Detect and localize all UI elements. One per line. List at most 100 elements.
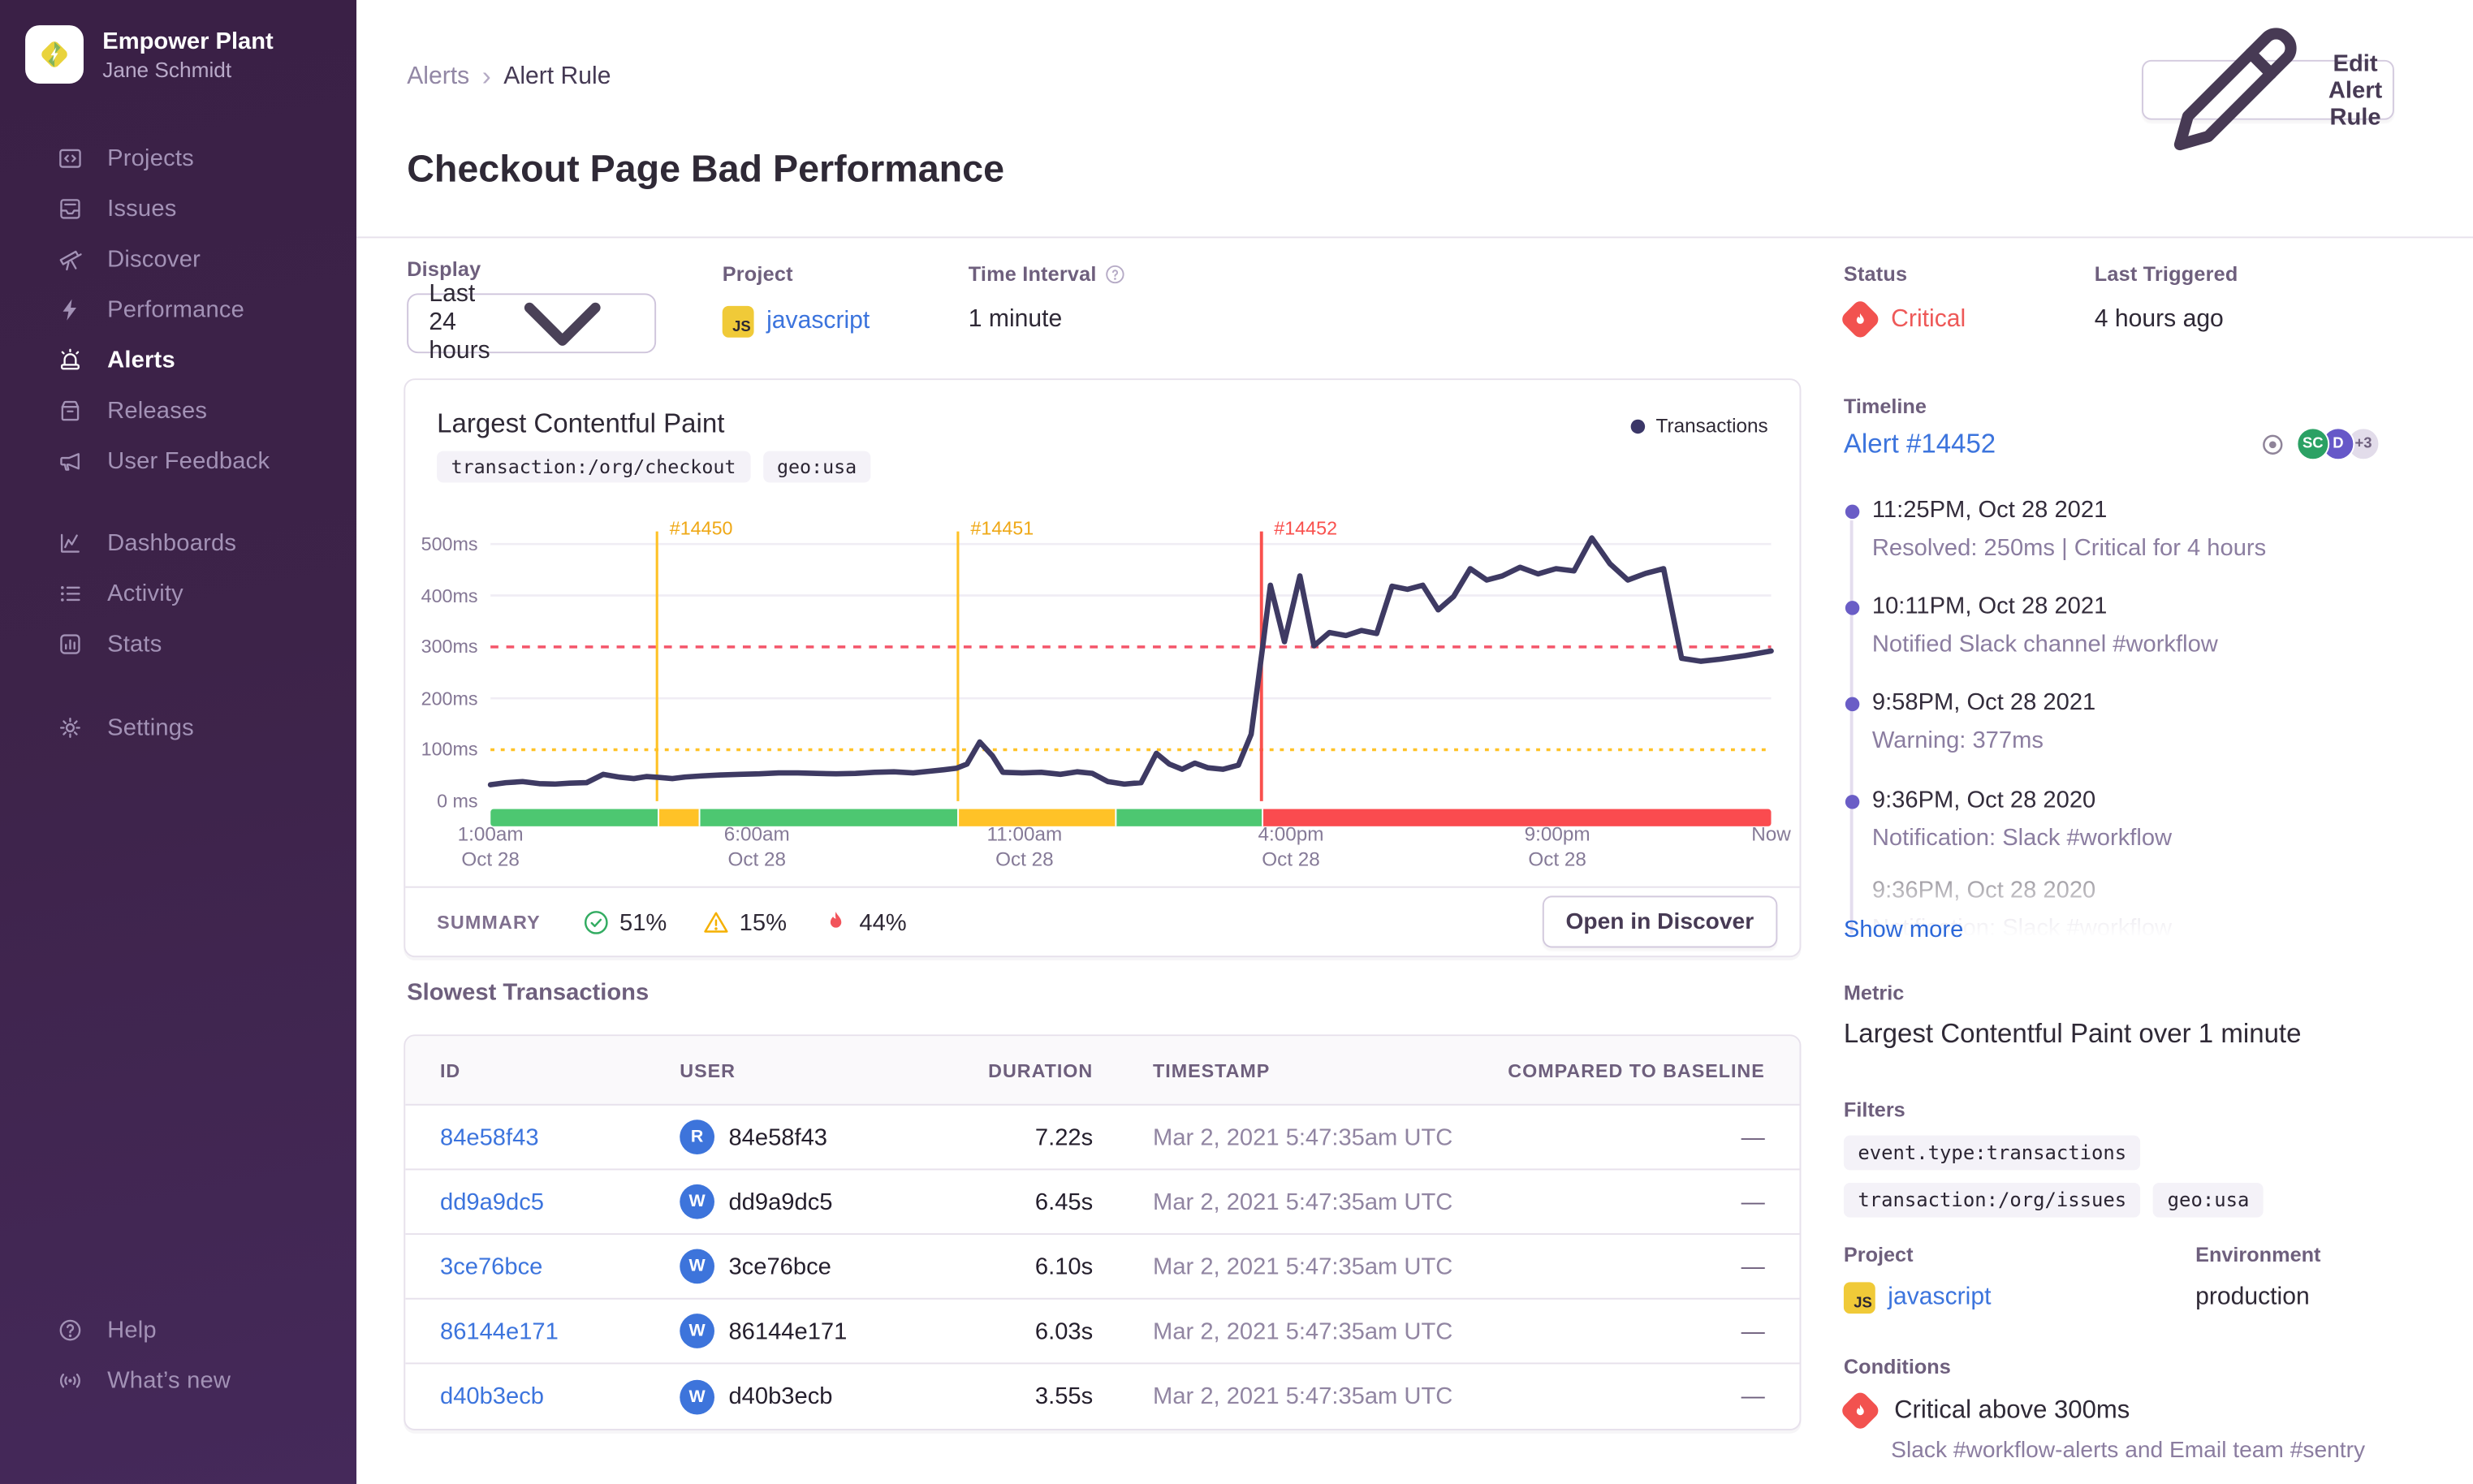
org-name: Empower Plant [102, 28, 274, 55]
y-axis-tick: 400ms [421, 584, 478, 607]
filters-pills: event.type:transactions transaction:/org/… [1843, 1135, 2428, 1218]
transaction-id-link[interactable]: dd9a9dc5 [440, 1188, 680, 1215]
column-header-duration: DURATION [988, 1059, 1094, 1081]
sidebar-item-alerts[interactable]: Alerts [0, 334, 356, 385]
watcher-avatar: SC [2296, 427, 2330, 461]
breadcrumb-separator-icon: › [481, 61, 491, 92]
display-label: Display [407, 257, 481, 281]
avatar: W [680, 1378, 714, 1414]
transaction-id-link[interactable]: 3ce76bce [440, 1253, 680, 1279]
timeline-entry: 11:25PM, Oct 28 2021 Resolved: 250ms | Cr… [1872, 495, 2393, 564]
discover-icon [57, 245, 84, 272]
y-axis-tick: 200ms [421, 687, 478, 710]
open-in-discover-button[interactable]: Open in Discover [1542, 895, 1778, 948]
status-badge: Critical [1839, 298, 1966, 341]
timeline-entry: 9:36PM, Oct 28 2020 Notification: Slack #… [1872, 785, 2393, 854]
avatar: W [680, 1184, 714, 1219]
project-detail-value: javascript [1888, 1283, 1992, 1311]
x-axis-tick: Now [1751, 823, 1791, 846]
chart-title: Largest Contentful Paint [437, 408, 725, 439]
y-axis-tick: 500ms [421, 533, 478, 555]
conditions-label: Conditions [1843, 1354, 1951, 1378]
condition-title: Critical above 300ms [1894, 1396, 2130, 1424]
project-detail-label: Project [1843, 1242, 1914, 1266]
incident-marker-label[interactable]: #14450 [670, 517, 733, 539]
column-header-compared-to-baseline: COMPARED TO BASELINE [1508, 1059, 1765, 1081]
environment-value: production [2195, 1283, 2310, 1311]
timeline-dot-icon [1844, 504, 1859, 520]
status-value: Critical [1891, 304, 1966, 332]
y-axis-tick: 300ms [421, 636, 478, 658]
transaction-user: R 84e58f43 [680, 1119, 919, 1154]
project-link[interactable]: JS javascript [722, 305, 870, 338]
org-switcher[interactable]: Empower Plant Jane Schmidt [25, 25, 274, 85]
transaction-user: W 86144e171 [680, 1314, 919, 1348]
transaction-id-link[interactable]: d40b3ecb [440, 1383, 680, 1410]
timeline-entry-description: Notification: Slack #workflow [1871, 824, 2173, 852]
releases-icon [57, 397, 84, 424]
series-transactions [487, 535, 1774, 787]
sidebar-item-settings[interactable]: Settings [0, 701, 356, 752]
last-triggered-label: Last Triggered [2094, 261, 2238, 286]
sidebar-item-releases[interactable]: Releases [0, 385, 356, 435]
sidebar-item-performance[interactable]: Performance [0, 284, 356, 334]
transactions-table: ID USER DURATION TIMESTAMP COMPARED TO BASEL… [404, 1034, 1802, 1430]
edit-alert-rule-button[interactable]: Edit Alert Rule [2142, 27, 2394, 150]
sidebar-nav-footer: Help What’s new [0, 1305, 356, 1405]
breadcrumb-current: Alert Rule [503, 63, 611, 90]
user-name: d40b3ecb [728, 1383, 833, 1410]
chart-filter-tags: transaction:/org/checkout geo:usa [437, 451, 871, 483]
summary-percentage: 44% [859, 908, 907, 936]
org-user: Jane Schmidt [102, 58, 232, 83]
x-axis-tick: 9:00pm Oct 28 [1524, 823, 1590, 871]
condition-item: Critical above 300ms [1839, 1389, 2130, 1432]
help-tooltip-icon[interactable] [1104, 262, 1126, 284]
breadcrumb: Alerts › Alert Rule [407, 63, 611, 92]
sidebar: Empower Plant Jane Schmidt Projects Issue… [0, 0, 357, 1484]
chart-tag: transaction:/org/checkout [437, 451, 750, 483]
slowest-transactions-heading: Slowest Transactions [407, 979, 650, 1007]
incident-marker-label[interactable]: #14451 [970, 517, 1034, 539]
project-detail-link[interactable]: JS javascript [1843, 1282, 1992, 1314]
flame-icon [822, 908, 850, 937]
transaction-id-link[interactable]: 86144e171 [440, 1318, 680, 1344]
status-segment-critical [1261, 809, 1772, 826]
org-logo [25, 25, 84, 84]
compared-to-baseline: — [1741, 1383, 1765, 1410]
time-interval-value: 1 minute [968, 305, 1063, 333]
transaction-duration: 7.22s [1034, 1124, 1094, 1151]
show-more-link[interactable]: Show more [1844, 917, 1963, 943]
sidebar-item-help[interactable]: Help [0, 1305, 356, 1355]
alerts-icon [57, 346, 84, 373]
transaction-duration: 6.45s [1034, 1188, 1094, 1215]
filter-tag: geo:usa [2153, 1182, 2264, 1218]
sidebar-item-dashboards[interactable]: Dashboards [0, 517, 356, 567]
lcp-line-chart [487, 531, 1774, 801]
sidebar-item-label: Releases [107, 396, 208, 424]
x-axis-tick: 6:00am Oct 28 [723, 823, 790, 871]
transaction-id-link[interactable]: 84e58f43 [440, 1124, 680, 1150]
transaction-user: Wdd9a9dc5 [680, 1184, 919, 1219]
sidebar-item-activity[interactable]: Activity [0, 567, 356, 618]
timeline-entry-description: Resolved: 250ms | Critical for 4 hours [1871, 534, 2267, 562]
transaction-duration: 6.03s [1034, 1318, 1094, 1345]
metric-value: Largest Contentful Paint over 1 minute [1843, 1018, 2302, 1049]
incident-marker-label[interactable]: #14452 [1274, 517, 1337, 539]
summary-flame: 44% [822, 908, 907, 937]
sidebar-nav-primary: Projects Issues Discover Performance Alerts R… [0, 132, 356, 485]
sidebar-item-label: Issues [107, 194, 177, 222]
breadcrumb-alerts-link[interactable]: Alerts [407, 63, 469, 92]
display-range-dropdown[interactable]: Last 24 hours [407, 281, 657, 365]
sidebar-item-what-s-new[interactable]: What’s new [0, 1355, 356, 1405]
user-name: dd9a9dc5 [728, 1188, 833, 1215]
chart-legend[interactable]: Transactions [1630, 415, 1768, 437]
sidebar-item-projects[interactable]: Projects [0, 132, 356, 183]
time-interval-label: Time Interval [969, 261, 1127, 286]
alert-number-link[interactable]: Alert #14452 [1844, 429, 1996, 460]
sidebar-item-stats[interactable]: Stats [0, 618, 356, 668]
sidebar-item-issues[interactable]: Issues [0, 183, 356, 233]
help-icon [57, 1316, 84, 1343]
sidebar-item-user-feedback[interactable]: User Feedback [0, 435, 356, 485]
avatar: R [680, 1119, 714, 1154]
sidebar-item-discover[interactable]: Discover [0, 234, 356, 284]
